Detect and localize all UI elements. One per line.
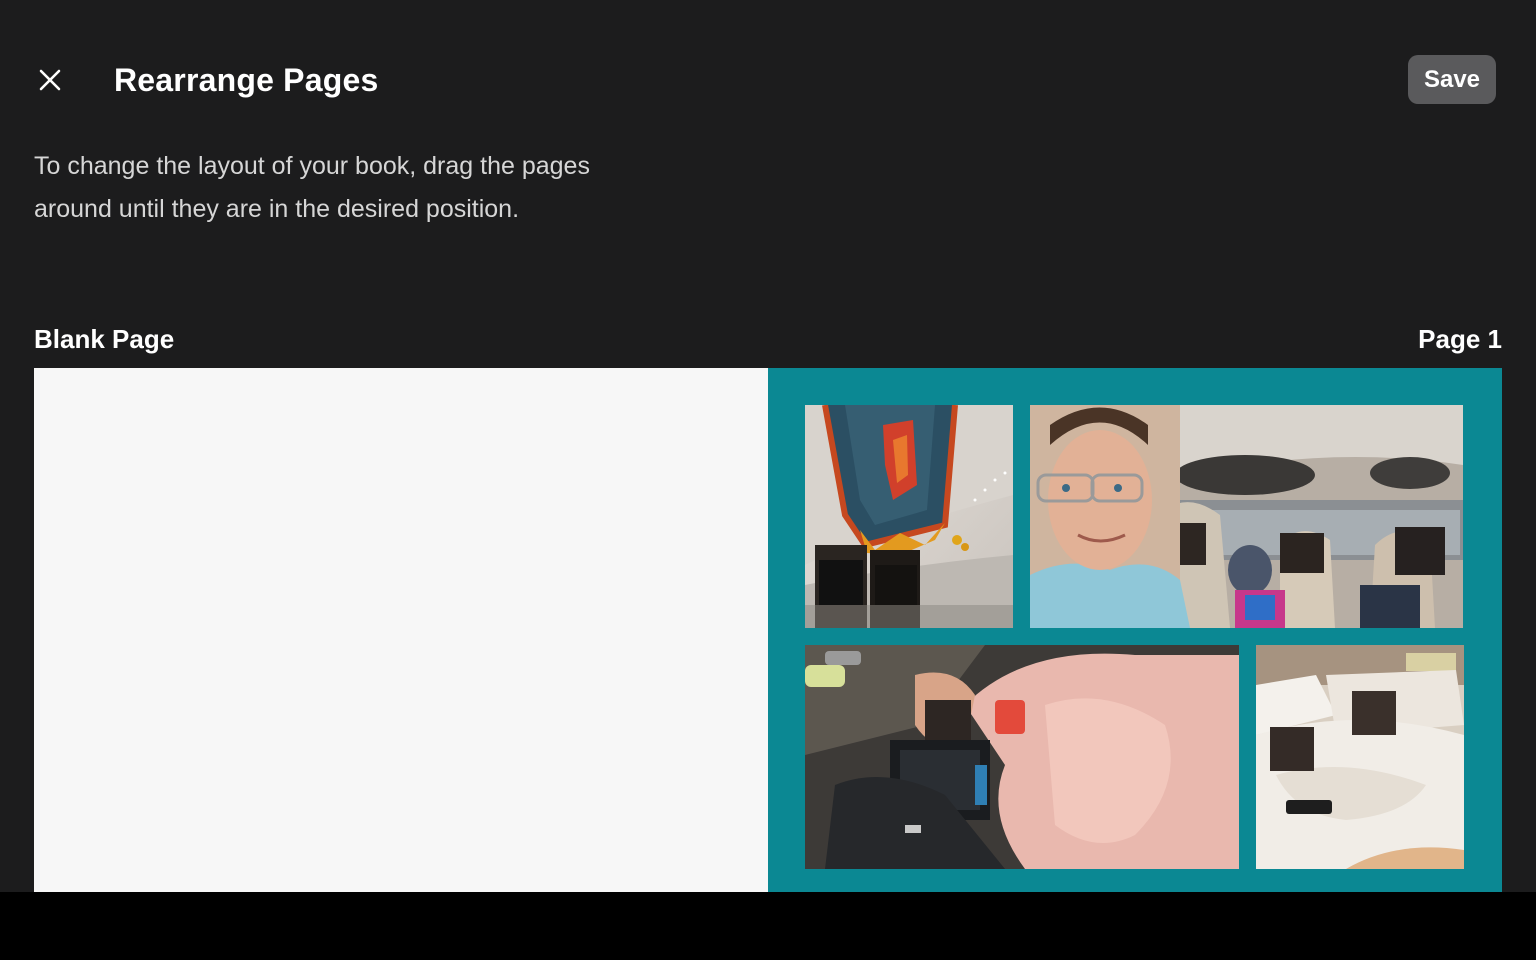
instructions-text: To change the layout of your book, drag …	[34, 152, 590, 223]
page-title: Rearrange Pages	[114, 62, 379, 98]
blank-page[interactable]	[34, 368, 768, 892]
page-number-label: Page 1	[1418, 324, 1502, 354]
blank-page-label: Blank Page	[34, 324, 175, 354]
system-bottom-bar	[0, 892, 1536, 960]
photo-car-selfie[interactable]	[1030, 405, 1463, 628]
close-button[interactable]	[28, 58, 72, 102]
rearrange-pages-screen: Rearrange Pages Save To change the layou…	[0, 0, 1536, 892]
photo-bed[interactable]	[1256, 645, 1464, 869]
save-button[interactable]: Save	[1408, 55, 1496, 104]
close-icon	[39, 69, 61, 91]
photo-blanket[interactable]	[805, 645, 1239, 869]
page-1[interactable]	[768, 368, 1502, 892]
photo-carpet[interactable]	[805, 405, 1013, 628]
